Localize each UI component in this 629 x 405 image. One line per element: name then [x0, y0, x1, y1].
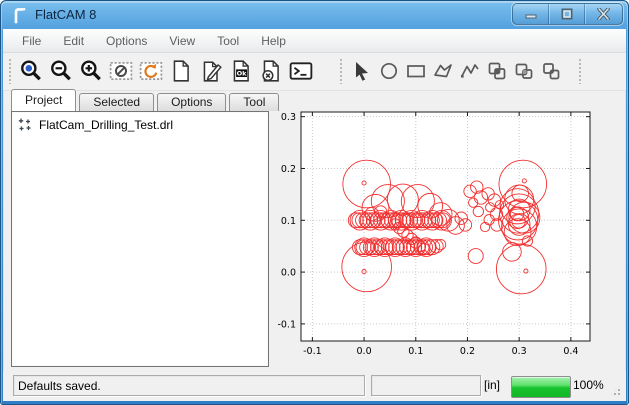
- close-icon: [597, 8, 610, 20]
- menu-edit[interactable]: Edit: [52, 30, 95, 52]
- toolbar-group-draw: [348, 55, 564, 87]
- edit-file-icon: [199, 59, 223, 83]
- update-geometry-button[interactable]: Ok: [226, 55, 256, 87]
- svg-text:0.0: 0.0: [357, 346, 372, 357]
- toolbar-group-main: Ok: [16, 55, 316, 87]
- zoom-fit-button[interactable]: [16, 55, 46, 87]
- status-secondary-panel: [371, 375, 481, 396]
- svg-text:0.2: 0.2: [460, 346, 475, 357]
- intersection-icon: [513, 60, 535, 82]
- add-rectangle-button[interactable]: [402, 55, 429, 87]
- toolbar-drag-handle-3[interactable]: [578, 59, 581, 84]
- status-message: Defaults saved.: [18, 379, 101, 393]
- polygon-union-button[interactable]: [483, 55, 510, 87]
- minimize-icon: [525, 8, 537, 20]
- progress-percent-label: 100%: [573, 375, 604, 396]
- polygon-icon: [432, 60, 454, 82]
- union-icon: [486, 60, 508, 82]
- svg-text:0.1: 0.1: [408, 346, 423, 357]
- toolbar: Ok: [3, 53, 626, 91]
- minimize-button[interactable]: [513, 4, 548, 24]
- app-window: FlatCAM 8 File: [0, 0, 629, 405]
- plot-canvas[interactable]: -0.1 0.0 0.1 0.2 0.3 0.4 -0.1 0.0 0.1 0.2 0.3: [268, 92, 624, 364]
- new-file-icon: [169, 59, 193, 83]
- tree-item-drill-file[interactable]: FlatCam_Drilling_Test.drl: [12, 112, 268, 133]
- rectangle-icon: [405, 60, 427, 82]
- resize-grip-icon[interactable]: [609, 384, 622, 397]
- polygon-subtract-button[interactable]: [537, 55, 564, 87]
- toolbar-drag-handle-2[interactable]: [339, 59, 342, 84]
- select-shape-button[interactable]: [348, 55, 375, 87]
- toolbar-drag-handle[interactable]: [8, 59, 11, 84]
- add-path-button[interactable]: [456, 55, 483, 87]
- client-area: File Edit Options View Tool Help: [3, 29, 626, 401]
- zoom-in-button[interactable]: [76, 55, 106, 87]
- shell-button[interactable]: [286, 55, 316, 87]
- tab-project[interactable]: Project: [11, 89, 76, 111]
- close-button[interactable]: [584, 4, 622, 24]
- maximize-icon: [561, 8, 573, 20]
- clear-plot-button[interactable]: [106, 55, 136, 87]
- svg-text:0.3: 0.3: [281, 112, 296, 123]
- status-bar: Defaults saved. [in] 100%: [3, 371, 626, 401]
- flatcam-logo-icon: [11, 6, 29, 24]
- menu-bar: File Edit Options View Tool Help: [3, 29, 626, 53]
- units-label: [in]: [484, 375, 500, 396]
- tree-item-label: FlatCam_Drilling_Test.drl: [39, 118, 173, 132]
- svg-text:-0.1: -0.1: [303, 346, 322, 357]
- window-title: FlatCAM 8: [35, 7, 96, 22]
- edit-geometry-button[interactable]: [196, 55, 226, 87]
- circle-icon: [378, 60, 400, 82]
- path-icon: [459, 60, 481, 82]
- select-cursor-icon: [351, 60, 373, 82]
- zoom-in-icon: [79, 59, 103, 83]
- window-controls: [512, 3, 623, 25]
- status-message-panel: Defaults saved.: [13, 375, 365, 396]
- svg-text:0.4: 0.4: [563, 346, 578, 357]
- tab-selected[interactable]: Selected: [79, 93, 154, 111]
- drill-plot: -0.1 0.0 0.1 0.2 0.3 0.4 -0.1 0.0 0.1 0.2 0.3: [268, 92, 624, 364]
- title-bar[interactable]: FlatCAM 8: [0, 0, 629, 29]
- project-tree: FlatCam_Drilling_Test.drl: [11, 111, 269, 367]
- ok-file-icon: Ok: [229, 59, 253, 83]
- new-geometry-button[interactable]: [166, 55, 196, 87]
- drill-icon: [17, 117, 33, 133]
- zoom-out-icon: [49, 59, 73, 83]
- menu-view[interactable]: View: [158, 30, 206, 52]
- replot-icon: [139, 59, 163, 83]
- cancel-file-icon: [259, 59, 283, 83]
- progress-bar: [511, 376, 571, 398]
- zoom-fit-icon: [19, 59, 43, 83]
- replot-button[interactable]: [136, 55, 166, 87]
- shell-icon: [289, 59, 313, 83]
- tab-options[interactable]: Options: [157, 93, 226, 111]
- menu-help[interactable]: Help: [250, 30, 297, 52]
- add-circle-button[interactable]: [375, 55, 402, 87]
- menu-tool[interactable]: Tool: [206, 30, 250, 52]
- menu-options[interactable]: Options: [95, 30, 158, 52]
- clear-plot-icon: [109, 59, 133, 83]
- menu-file[interactable]: File: [11, 30, 52, 52]
- add-polygon-button[interactable]: [429, 55, 456, 87]
- svg-text:0.2: 0.2: [281, 164, 296, 175]
- svg-text:-0.1: -0.1: [277, 319, 296, 330]
- cancel-edit-button[interactable]: [256, 55, 286, 87]
- subtract-icon: [540, 60, 562, 82]
- svg-text:Ok: Ok: [237, 69, 248, 77]
- zoom-out-button[interactable]: [46, 55, 76, 87]
- tab-bar: Project Selected Options Tool: [11, 90, 282, 111]
- svg-text:0.3: 0.3: [512, 346, 527, 357]
- svg-text:0.1: 0.1: [281, 216, 296, 227]
- maximize-button[interactable]: [548, 4, 584, 24]
- polygon-intersection-button[interactable]: [510, 55, 537, 87]
- svg-text:0.0: 0.0: [281, 268, 296, 279]
